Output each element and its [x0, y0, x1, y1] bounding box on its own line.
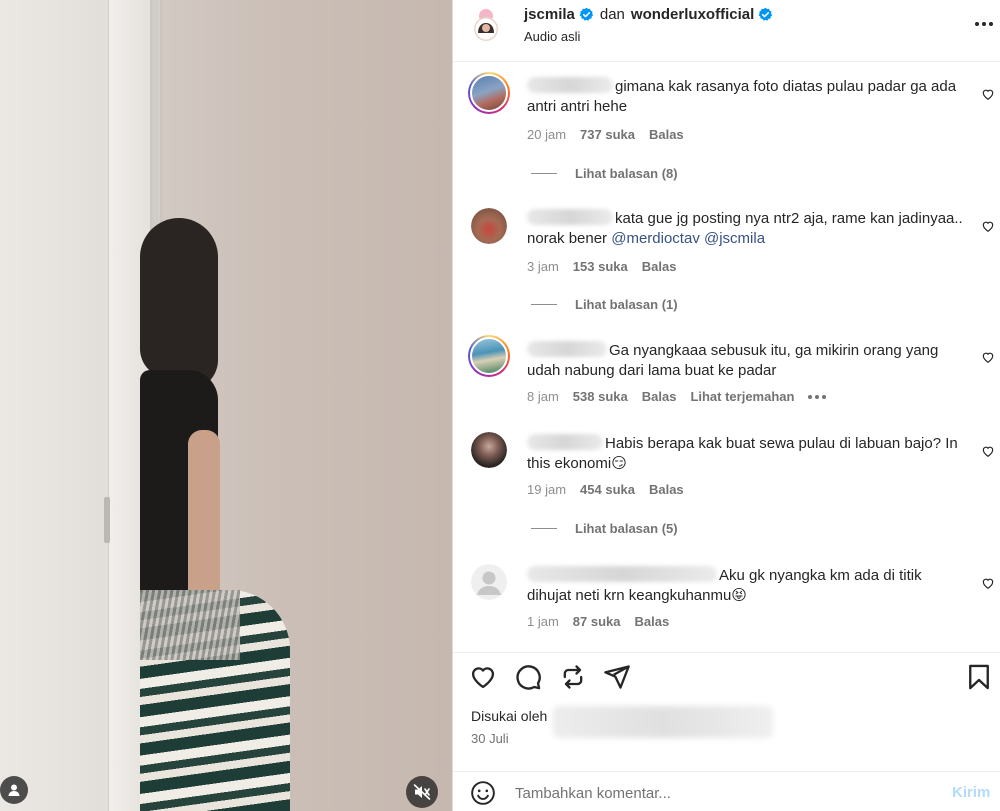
reply-button[interactable]: Balas: [649, 482, 684, 497]
reply-button[interactable]: Balas: [642, 389, 677, 404]
comment-time[interactable]: 20 jam: [527, 127, 566, 142]
more-icon: [808, 394, 813, 399]
comment-meta: 3 jam 153 suka Balas: [527, 259, 676, 274]
comment-text: Habis berapa kak buat sewa pulau di labu…: [527, 434, 958, 472]
liked-by-text[interactable]: Disukai oleh: [471, 708, 547, 724]
authors-joiner: dan: [599, 6, 625, 23]
commenter-avatar[interactable]: [471, 208, 507, 244]
comment-meta: 20 jam 737 suka Balas: [527, 127, 684, 142]
mute-button[interactable]: [406, 776, 438, 808]
comment-text: kata gue jg posting nya ntr2 aja, rame k…: [527, 209, 963, 247]
comment-like-heart-icon[interactable]: [981, 350, 995, 364]
post-action-bar: [453, 652, 1000, 702]
commenter-avatar[interactable]: [471, 432, 507, 468]
comment-likes[interactable]: 87 suka: [573, 614, 621, 629]
comment-likes[interactable]: 153 suka: [573, 259, 628, 274]
bookmark-icon[interactable]: [965, 663, 993, 691]
reply-button[interactable]: Balas: [649, 127, 684, 142]
blurred-username: [527, 566, 717, 582]
verified-badge-icon: [579, 7, 594, 21]
author-username[interactable]: jscmila: [524, 6, 575, 23]
mention-link[interactable]: @jscmila: [704, 230, 765, 247]
repost-icon[interactable]: [559, 663, 587, 691]
comment-likes[interactable]: 737 suka: [580, 127, 635, 142]
heart-icon[interactable]: [469, 663, 497, 691]
comment-text: Aku gk nyangka km ada di titik dihujat n…: [527, 566, 922, 604]
view-replies-button[interactable]: Lihat balasan (5): [531, 521, 678, 536]
commenter-avatar[interactable]: [468, 72, 510, 114]
commenter-avatar[interactable]: [468, 335, 510, 377]
more-icon: [975, 22, 979, 26]
comment-time[interactable]: 1 jam: [527, 614, 559, 629]
more-options-button[interactable]: [975, 14, 997, 34]
audio-label[interactable]: Audio asli: [524, 29, 580, 44]
view-replies-button[interactable]: Lihat balasan (8): [531, 166, 678, 181]
muted-speaker-icon: [413, 784, 431, 800]
post-date[interactable]: 30 Juli: [471, 731, 509, 746]
comment-likes[interactable]: 454 suka: [580, 482, 635, 497]
view-replies-button[interactable]: Lihat balasan (1): [531, 297, 678, 312]
mention-link[interactable]: @merdioctav: [611, 230, 700, 247]
comment-meta: 1 jam 87 suka Balas: [527, 614, 669, 629]
comment-icon[interactable]: [514, 663, 542, 691]
comment-text: Ga nyangkaaa sebusuk itu, ga mikirin ora…: [527, 341, 939, 379]
comment-meta: 8 jam 538 suka Balas Lihat terjemahan: [527, 389, 827, 404]
comment-likes[interactable]: 538 suka: [573, 389, 628, 404]
comment-input[interactable]: [515, 778, 915, 808]
default-avatar-icon: [471, 564, 507, 600]
user-icon: [8, 784, 20, 796]
comment-time[interactable]: 3 jam: [527, 259, 559, 274]
post-details-panel: jscmila dan wonderluxofficial Audio asli: [452, 0, 1000, 811]
send-comment-button[interactable]: Kirim: [952, 784, 990, 801]
collaborator-username[interactable]: wonderluxofficial: [631, 6, 754, 23]
post-media-video[interactable]: [0, 0, 452, 811]
comment-time[interactable]: 19 jam: [527, 482, 566, 497]
verified-badge-icon: [758, 7, 773, 21]
blurred-username: [527, 209, 613, 225]
reply-button[interactable]: Balas: [642, 259, 677, 274]
instagram-post-view: jscmila dan wonderluxofficial Audio asli: [0, 0, 1000, 811]
author-avatar[interactable]: [471, 8, 501, 42]
comment-like-heart-icon[interactable]: [981, 576, 995, 590]
comment-meta: 19 jam 454 suka Balas: [527, 482, 684, 497]
translate-button[interactable]: Lihat terjemahan: [690, 389, 794, 404]
comment-like-heart-icon[interactable]: [981, 87, 995, 101]
comments-list: gimana kak rasanya foto diatas pulau pad…: [453, 62, 1000, 652]
blurred-liker-names: [553, 706, 773, 738]
tagged-users-button[interactable]: [0, 776, 28, 804]
commenter-avatar[interactable]: [471, 564, 507, 600]
emoji-icon[interactable]: [470, 780, 496, 806]
post-header: jscmila dan wonderluxofficial Audio asli: [453, 0, 1000, 62]
add-comment-bar: Kirim: [453, 771, 1000, 811]
comment-like-heart-icon[interactable]: [981, 219, 995, 233]
reply-button[interactable]: Balas: [635, 614, 670, 629]
post-authors: jscmila dan wonderluxofficial: [524, 6, 773, 23]
blurred-username: [527, 434, 603, 450]
comment-options-button[interactable]: [808, 394, 827, 399]
comment-text: gimana kak rasanya foto diatas pulau pad…: [527, 77, 957, 115]
blurred-username: [527, 77, 613, 93]
send-icon[interactable]: [603, 663, 631, 691]
comment-time[interactable]: 8 jam: [527, 389, 559, 404]
comment-like-heart-icon[interactable]: [981, 444, 995, 458]
blurred-username: [527, 341, 607, 357]
